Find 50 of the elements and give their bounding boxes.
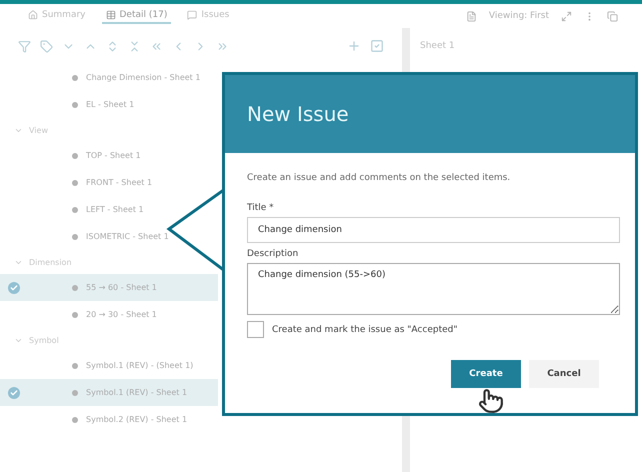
copy-icon[interactable] (607, 10, 618, 22)
status-dot (72, 152, 78, 158)
title-field[interactable]: Change dimension (247, 217, 620, 243)
home-icon (28, 10, 38, 20)
description-label: Description (247, 249, 300, 259)
fullscreen-icon[interactable] (561, 10, 572, 22)
accept-checkbox[interactable] (247, 321, 264, 338)
speech-bubble-icon (187, 10, 198, 20)
tree-item[interactable]: Change Dimension - Sheet 1 (0, 64, 218, 91)
table-icon (106, 10, 116, 20)
tree-item[interactable]: Symbol.1 (REV) - Sheet 1 (0, 379, 218, 406)
status-dot (72, 102, 78, 108)
group-label: Symbol (29, 336, 59, 344)
tree-item[interactable]: EL - Sheet 1 (0, 91, 218, 118)
accept-label: Create and mark the issue as "Accepted" (272, 324, 458, 334)
tree-item[interactable]: 20 → 30 - Sheet 1 (0, 301, 218, 328)
description-field[interactable]: Change dimension (55->60) (247, 263, 620, 315)
group-label: View (29, 126, 48, 134)
tree-item[interactable]: FRONT - Sheet 1 (0, 169, 218, 196)
checkbox-icon[interactable] (370, 39, 384, 53)
tree-item[interactable]: Symbol.1 (REV) - (Sheet 1) (0, 352, 218, 379)
tab[interactable]: Summary (24, 8, 90, 24)
filter-icon[interactable] (18, 40, 31, 52)
tab[interactable]: Detail (17) (102, 8, 172, 24)
create-button[interactable]: Create (451, 360, 521, 388)
check-icon (10, 388, 18, 396)
status-dot (72, 74, 78, 80)
status-dot (72, 234, 78, 240)
title-label: Title * (247, 203, 275, 213)
viewing-label: Viewing: First (488, 11, 549, 21)
tab[interactable]: Issues (183, 8, 234, 24)
check-icon (10, 284, 18, 292)
tree-item[interactable]: Symbol.2 (REV) - Sheet 1 (0, 406, 218, 433)
tree-item[interactable]: 55 → 60 - Sheet 1 (0, 274, 218, 301)
status-dot (72, 390, 78, 396)
tree-item[interactable]: TOP - Sheet 1 (0, 142, 218, 169)
sheet-title: Sheet 1 (420, 41, 455, 51)
status-dot (72, 362, 78, 368)
group-label: Dimension (29, 258, 72, 266)
status-dot (72, 312, 78, 318)
add-icon[interactable] (347, 39, 361, 53)
status-dot (72, 284, 78, 290)
status-dot (72, 416, 78, 422)
document-icon (466, 10, 477, 22)
tag-icon[interactable] (40, 40, 53, 52)
status-dot (72, 206, 78, 212)
cancel-button[interactable]: Cancel (529, 360, 599, 388)
dialog-title: New Issue (247, 102, 349, 126)
dialog-intro: Create an issue and add comments on the selected items. (247, 173, 512, 183)
status-dot (72, 180, 78, 186)
